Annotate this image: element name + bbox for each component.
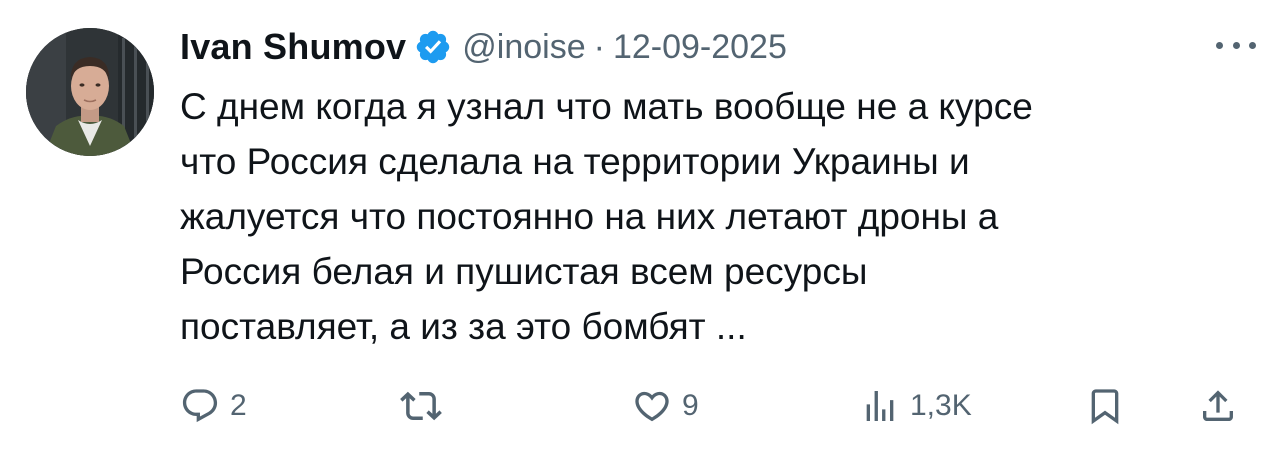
verified-badge-icon [414, 28, 452, 66]
more-dot [1232, 41, 1240, 49]
heart-icon [632, 386, 672, 426]
tweet-header: Ivan Shumov @inoise · 12-09-2025 [180, 22, 787, 72]
retweet-icon [400, 385, 442, 427]
tweet-actions: 2 9 1,3K [180, 380, 1250, 432]
more-dots-icon[interactable] [1216, 38, 1256, 52]
views-count: 1,3K [910, 389, 972, 422]
bookmark-icon [1085, 386, 1125, 426]
tweet-card: Ivan Shumov @inoise · 12-09-2025 С днем … [0, 0, 1280, 459]
more-dot [1216, 41, 1223, 49]
share-button[interactable] [1198, 380, 1238, 432]
views-button[interactable]: 1,3K [860, 380, 972, 432]
retweet-button[interactable] [400, 380, 452, 432]
reply-button[interactable]: 2 [180, 380, 247, 432]
author-handle[interactable]: @inoise [462, 28, 585, 67]
avatar[interactable] [26, 28, 154, 156]
like-count: 9 [682, 389, 699, 422]
tweet-date[interactable]: 12-09-2025 [613, 28, 787, 67]
views-chart-icon [860, 386, 900, 426]
share-icon [1198, 386, 1238, 426]
header-separator: · [593, 27, 605, 66]
more-dot [1249, 41, 1256, 49]
like-button[interactable]: 9 [632, 380, 699, 432]
tweet-text: С днем когда я узнал что мать вообще не … [180, 86, 1033, 347]
avatar-photo [26, 28, 154, 156]
author-name[interactable]: Ivan Shumov [180, 26, 406, 68]
reply-count: 2 [230, 389, 247, 422]
bookmark-button[interactable] [1085, 380, 1125, 432]
reply-icon [180, 386, 220, 426]
